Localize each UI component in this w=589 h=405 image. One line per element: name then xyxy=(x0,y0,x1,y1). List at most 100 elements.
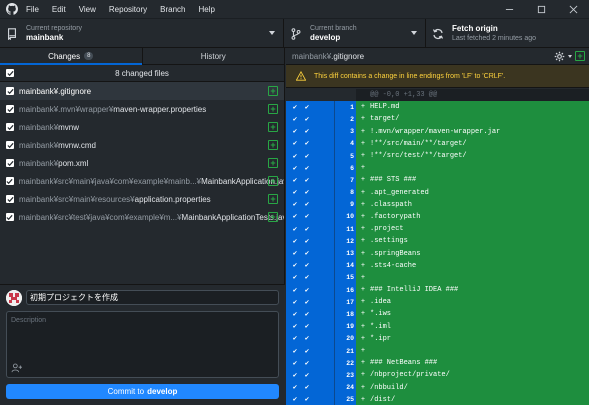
diff-line[interactable]: ✔ ✔ 18 + *.iws xyxy=(286,308,589,321)
line-include-checkmark-icon[interactable]: ✔ xyxy=(302,249,312,258)
diff-line[interactable]: ✔ ✔ 22 + ### NetBeans ### xyxy=(286,357,589,370)
diff-line[interactable]: ✔ ✔ 25 + /dist/ xyxy=(286,393,589,405)
current-branch-button[interactable]: Current branch develop xyxy=(284,19,426,48)
line-include-checkmark-icon[interactable]: ✔ xyxy=(290,212,300,221)
diff-line[interactable]: ✔ ✔ 6 + xyxy=(286,162,589,175)
line-include-checkmark-icon[interactable]: ✔ xyxy=(302,359,312,368)
file-checkbox[interactable] xyxy=(6,213,14,221)
line-include-checkmark-icon[interactable]: ✔ xyxy=(290,237,300,246)
diff-line-gutter[interactable]: ✔ ✔ 8 xyxy=(286,186,356,199)
diff-line-gutter[interactable]: ✔ ✔ 16 xyxy=(286,284,356,297)
line-include-checkmark-icon[interactable]: ✔ xyxy=(290,273,300,282)
diff-line-gutter[interactable]: ✔ ✔ 25 xyxy=(286,393,356,405)
menu-file[interactable]: File xyxy=(26,5,39,14)
diff-line-gutter[interactable]: ✔ ✔ 3 xyxy=(286,125,356,138)
line-include-checkmark-icon[interactable]: ✔ xyxy=(290,347,300,356)
diff-line[interactable]: ✔ ✔ 11 + .project xyxy=(286,223,589,236)
select-all-checkbox[interactable] xyxy=(6,69,14,77)
file-checkbox[interactable] xyxy=(6,195,14,203)
commit-summary-input[interactable] xyxy=(26,290,279,305)
file-row[interactable]: mainbank¥src¥main¥resources¥application.… xyxy=(0,190,284,208)
diff-line[interactable]: ✔ ✔ 1 + HELP.md xyxy=(286,101,589,114)
diff-line[interactable]: ✔ ✔ 5 + !**/src/test/**/target/ xyxy=(286,149,589,163)
line-include-checkmark-icon[interactable]: ✔ xyxy=(290,139,300,148)
diff-line-gutter[interactable]: ✔ ✔ 20 xyxy=(286,332,356,345)
file-checkbox[interactable] xyxy=(6,87,14,95)
diff-line[interactable]: ✔ ✔ 23 + /nbproject/private/ xyxy=(286,369,589,382)
line-include-checkmark-icon[interactable]: ✔ xyxy=(302,395,312,404)
line-include-checkmark-icon[interactable]: ✔ xyxy=(290,176,300,185)
line-include-checkmark-icon[interactable]: ✔ xyxy=(302,176,312,185)
file-row[interactable]: mainbank¥.mvn¥wrapper¥maven-wrapper.prop… xyxy=(0,100,284,118)
diff-line-gutter[interactable]: ✔ ✔ 12 xyxy=(286,235,356,248)
diff-line-gutter[interactable]: ✔ ✔ 21 xyxy=(286,344,356,358)
diff-line-gutter[interactable]: ✔ ✔ 11 xyxy=(286,223,356,236)
file-row[interactable]: mainbank¥.gitignore + xyxy=(0,82,284,100)
file-row[interactable]: mainbank¥pom.xml + xyxy=(0,154,284,172)
diff-line[interactable]: ✔ ✔ 12 + .settings xyxy=(286,235,589,248)
diff-line[interactable]: ✔ ✔ 14 + .sts4-cache xyxy=(286,259,589,272)
diff-line-gutter[interactable]: ✔ ✔ 7 xyxy=(286,174,356,187)
current-repository-button[interactable]: Current repository mainbank xyxy=(0,19,284,48)
line-include-checkmark-icon[interactable]: ✔ xyxy=(302,322,312,331)
diff-line-gutter[interactable]: ✔ ✔ 5 xyxy=(286,149,356,163)
line-include-checkmark-icon[interactable]: ✔ xyxy=(290,225,300,234)
diff-line[interactable]: ✔ ✔ 15 + xyxy=(286,271,589,284)
line-include-checkmark-icon[interactable]: ✔ xyxy=(302,261,312,270)
line-include-checkmark-icon[interactable]: ✔ xyxy=(290,188,300,197)
line-include-checkmark-icon[interactable]: ✔ xyxy=(290,261,300,270)
line-include-checkmark-icon[interactable]: ✔ xyxy=(302,225,312,234)
line-include-checkmark-icon[interactable]: ✔ xyxy=(302,298,312,307)
line-include-checkmark-icon[interactable]: ✔ xyxy=(290,383,300,392)
line-include-checkmark-icon[interactable]: ✔ xyxy=(302,383,312,392)
line-include-checkmark-icon[interactable]: ✔ xyxy=(302,310,312,319)
close-button[interactable] xyxy=(557,0,589,18)
line-include-checkmark-icon[interactable]: ✔ xyxy=(290,359,300,368)
line-include-checkmark-icon[interactable]: ✔ xyxy=(302,115,312,124)
diff-line-gutter[interactable]: ✔ ✔ 18 xyxy=(286,308,356,321)
diff-line-gutter[interactable]: ✔ ✔ 13 xyxy=(286,247,356,260)
line-include-checkmark-icon[interactable]: ✔ xyxy=(290,298,300,307)
file-row[interactable]: mainbank¥src¥main¥java¥com¥example¥mainb… xyxy=(0,172,284,190)
file-row[interactable]: mainbank¥mvnw.cmd + xyxy=(0,136,284,154)
diff-line[interactable]: ✔ ✔ 16 + ### IntelliJ IDEA ### xyxy=(286,284,589,297)
diff-line[interactable]: ✔ ✔ 17 + .idea xyxy=(286,296,589,309)
line-include-checkmark-icon[interactable]: ✔ xyxy=(302,347,312,356)
line-include-checkmark-icon[interactable]: ✔ xyxy=(290,395,300,404)
diff-line[interactable]: ✔ ✔ 10 + .factorypath xyxy=(286,210,589,224)
file-checkbox[interactable] xyxy=(6,123,14,131)
line-include-checkmark-icon[interactable]: ✔ xyxy=(302,334,312,343)
file-checkbox[interactable] xyxy=(6,141,14,149)
diff-line[interactable]: ✔ ✔ 20 + *.ipr xyxy=(286,332,589,345)
menu-view[interactable]: View xyxy=(79,5,96,14)
diff-line-gutter[interactable]: ✔ ✔ 17 xyxy=(286,296,356,309)
diff-line[interactable]: ✔ ✔ 2 + target/ xyxy=(286,113,589,126)
line-include-checkmark-icon[interactable]: ✔ xyxy=(302,103,312,112)
line-include-checkmark-icon[interactable]: ✔ xyxy=(302,237,312,246)
fetch-origin-button[interactable]: Fetch origin Last fetched 2 minutes ago xyxy=(426,19,589,48)
line-include-checkmark-icon[interactable]: ✔ xyxy=(290,127,300,136)
diff-line-gutter[interactable]: ✔ ✔ 19 xyxy=(286,320,356,333)
file-checkbox[interactable] xyxy=(6,159,14,167)
line-include-checkmark-icon[interactable]: ✔ xyxy=(290,322,300,331)
line-include-checkmark-icon[interactable]: ✔ xyxy=(290,164,300,173)
gear-icon[interactable] xyxy=(554,51,565,62)
diff-line-gutter[interactable]: ✔ ✔ 15 xyxy=(286,271,356,284)
line-include-checkmark-icon[interactable]: ✔ xyxy=(290,115,300,124)
menu-repository[interactable]: Repository xyxy=(109,5,147,14)
diff-line[interactable]: ✔ ✔ 4 + !**/src/main/**/target/ xyxy=(286,137,589,150)
line-include-checkmark-icon[interactable]: ✔ xyxy=(302,152,312,161)
diff-line-gutter[interactable]: ✔ ✔ 24 xyxy=(286,381,356,394)
line-include-checkmark-icon[interactable]: ✔ xyxy=(290,152,300,161)
line-include-checkmark-icon[interactable]: ✔ xyxy=(302,188,312,197)
diff-line-gutter[interactable]: ✔ ✔ 6 xyxy=(286,162,356,175)
line-include-checkmark-icon[interactable]: ✔ xyxy=(302,139,312,148)
tab-changes[interactable]: Changes 8 xyxy=(0,48,142,65)
file-row[interactable]: mainbank¥mvnw + xyxy=(0,118,284,136)
diff-line[interactable]: ✔ ✔ 19 + *.iml xyxy=(286,320,589,333)
diff-line-gutter[interactable]: ✔ ✔ 22 xyxy=(286,357,356,370)
menu-edit[interactable]: Edit xyxy=(52,5,66,14)
file-checkbox[interactable] xyxy=(6,177,14,185)
commit-button[interactable]: Commit to develop xyxy=(6,384,279,399)
line-include-checkmark-icon[interactable]: ✔ xyxy=(290,310,300,319)
